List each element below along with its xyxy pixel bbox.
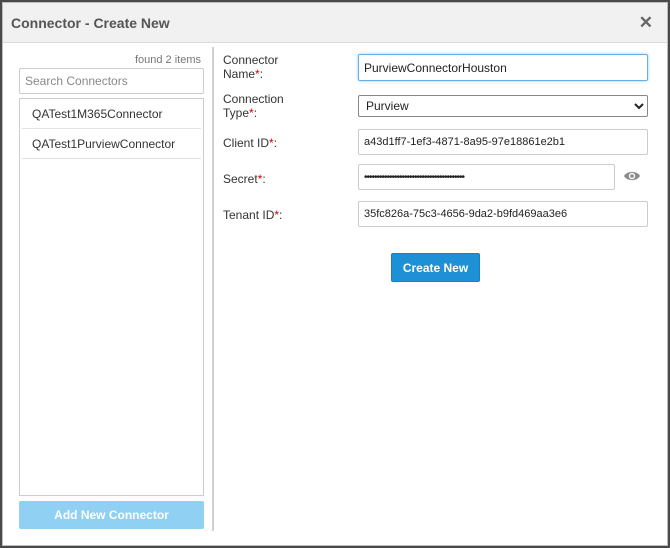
create-connector-dialog: Connector - Create New ✕ found 2 items Q… (2, 2, 668, 546)
add-new-connector-button[interactable]: Add New Connector (19, 501, 204, 529)
client-id-field[interactable] (358, 129, 648, 155)
secret-field[interactable] (358, 164, 615, 190)
secret-label: Secret*: (223, 172, 266, 186)
found-count: found 2 items (134, 54, 201, 66)
tenant-id-label: Tenant ID*: (223, 208, 283, 222)
create-new-button[interactable]: Create New (391, 253, 480, 282)
close-icon[interactable]: ✕ (639, 13, 653, 33)
eye-icon[interactable] (623, 169, 641, 183)
list-item[interactable]: QATest1PurviewConnector (22, 129, 201, 159)
panel-divider (212, 47, 214, 531)
connection-type-select[interactable]: Purview (358, 95, 648, 117)
connector-list: QATest1M365Connector QATest1PurviewConne… (19, 98, 204, 496)
connector-name-field[interactable] (358, 54, 648, 81)
search-connectors-input[interactable] (19, 68, 204, 94)
dialog-titlebar: Connector - Create New ✕ (3, 3, 667, 43)
tenant-id-field[interactable] (358, 201, 648, 227)
connector-name-label: Connector Name*: (223, 53, 279, 81)
list-item[interactable]: QATest1M365Connector (22, 99, 201, 129)
connection-type-label: Connection Type*: (223, 92, 284, 120)
dialog-title: Connector - Create New (11, 15, 170, 31)
client-id-label: Client ID*: (223, 136, 278, 150)
